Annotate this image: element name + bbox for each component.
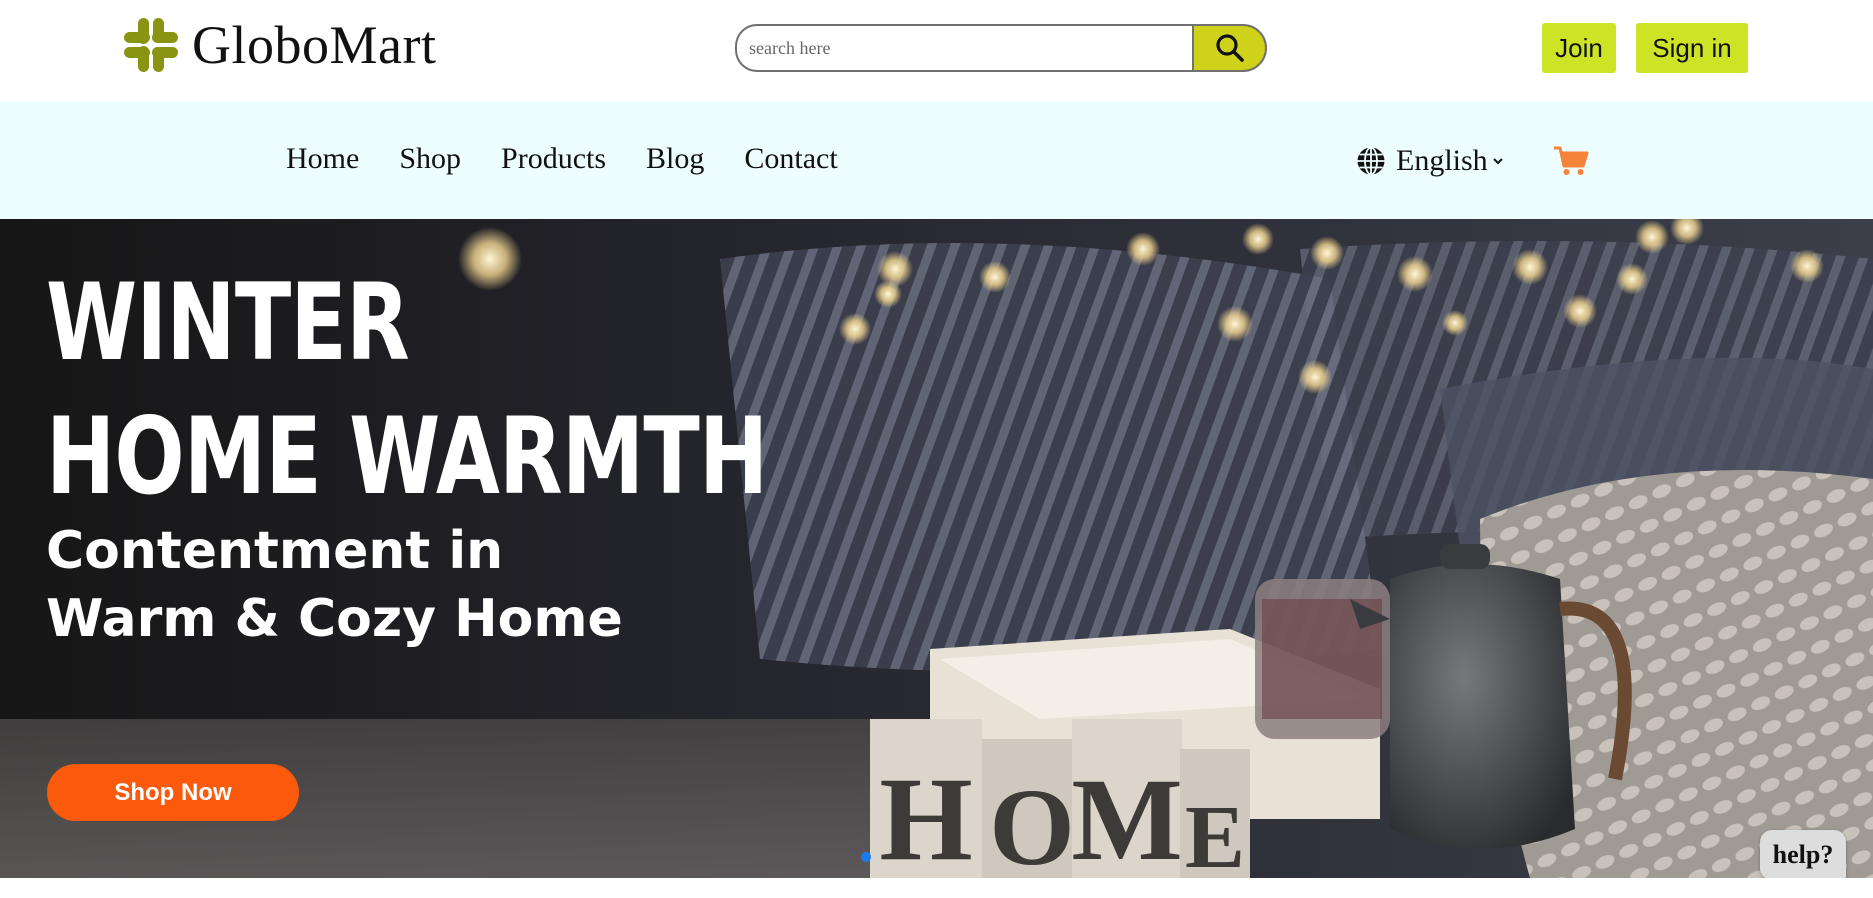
hero-title-line-1: WINTER xyxy=(46,261,410,384)
top-header: GloboMart Join Sign in xyxy=(0,0,1873,101)
cart-icon xyxy=(1554,146,1589,175)
block-letter-e: E xyxy=(1185,788,1245,878)
globe-icon xyxy=(1357,146,1385,176)
block-letter-m: M xyxy=(1071,754,1182,878)
hero-banner: H O M E WINTER HOME WARMTH Contentment i… xyxy=(0,219,1873,878)
nav-contact[interactable]: Contact xyxy=(744,141,837,177)
block-letter-o: O xyxy=(989,766,1075,878)
chevron-down-icon xyxy=(1492,158,1503,165)
hero-subtitle-line-2: Warm & Cozy Home xyxy=(46,589,623,649)
hero-subtitle: Contentment in Warm & Cozy Home xyxy=(46,517,623,653)
cart-button[interactable] xyxy=(1553,145,1589,182)
search-button[interactable] xyxy=(1192,24,1267,72)
brand-logo[interactable]: GloboMart xyxy=(124,18,436,72)
sign-in-button[interactable]: Sign in xyxy=(1636,23,1748,73)
brand-name: GloboMart xyxy=(192,15,437,75)
nav-shop[interactable]: Shop xyxy=(399,141,461,177)
language-label: English xyxy=(1396,144,1488,177)
nav-blog[interactable]: Blog xyxy=(646,141,704,177)
carousel-indicators xyxy=(861,852,871,862)
hero-title-line-2: HOME WARMTH xyxy=(46,395,768,518)
join-button[interactable]: Join xyxy=(1542,23,1616,73)
block-letter-h: H xyxy=(879,752,972,878)
hero-subtitle-line-1: Contentment in xyxy=(46,521,504,581)
nav-products[interactable]: Products xyxy=(501,141,606,177)
nav-links: Home Shop Products Blog Contact xyxy=(286,141,878,177)
nav-home[interactable]: Home xyxy=(286,141,359,177)
language-selector[interactable]: English xyxy=(1356,143,1505,179)
logo-icon xyxy=(124,18,178,72)
help-button[interactable]: help? xyxy=(1760,830,1846,878)
main-nav: Home Shop Products Blog Contact English xyxy=(0,101,1873,219)
search-input[interactable] xyxy=(735,24,1217,72)
shop-now-button[interactable]: Shop Now xyxy=(47,764,299,821)
search-bar xyxy=(735,24,1267,72)
carousel-dot-active[interactable] xyxy=(861,852,871,862)
search-icon xyxy=(1215,34,1244,62)
